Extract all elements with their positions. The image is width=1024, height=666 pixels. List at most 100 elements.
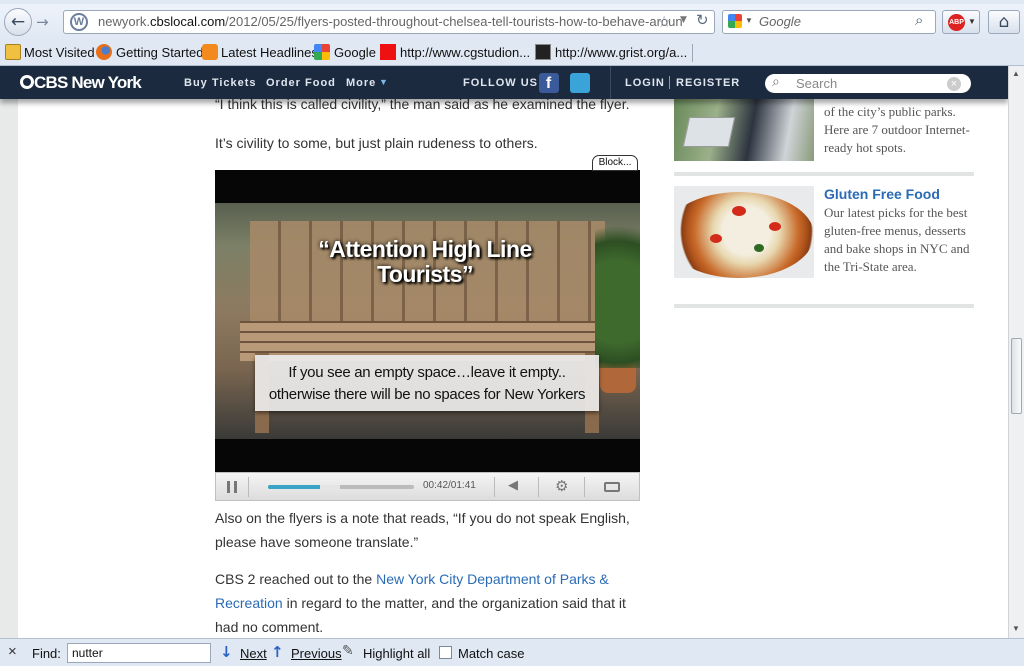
search-bar[interactable]: Google (722, 10, 936, 34)
site-identity-icon[interactable]: W (70, 13, 88, 31)
video-caption-line-1: If you see an empty space…leave it empty… (288, 364, 566, 381)
sidebar-divider-1 (674, 172, 974, 176)
find-next-arrow-icon[interactable]: ↓ (220, 643, 233, 661)
site-search-icon: ⌕ (772, 74, 780, 90)
search-magnifier-icon[interactable]: ⌕ (915, 11, 923, 29)
vertical-scrollbar[interactable]: ▲ ▼ (1008, 66, 1024, 638)
home-icon: ⌂ (998, 12, 1010, 32)
bookmark-most-visited[interactable]: Most Visited (24, 45, 95, 61)
block-plugin-label: Block... (598, 157, 632, 168)
adblock-label: ABP (949, 19, 964, 26)
video-frame: “Attention High Line Tourists” If you se… (215, 203, 640, 439)
plant-foliage (595, 203, 640, 368)
home-button[interactable]: ⌂ (988, 10, 1020, 34)
site-search-placeholder: Search (796, 76, 838, 91)
article-paragraph-3: CBS 2 reached out to the New York City D… (215, 567, 640, 639)
more-dropdown-icon: ▼ (379, 77, 389, 87)
sidebar-item-2-description: Our latest picks for the best gluten-fre… (824, 205, 970, 274)
url-domain: cbslocal.com (150, 14, 226, 29)
pizza-topping-3 (710, 234, 722, 243)
adblock-dropdown-icon: ▼ (968, 17, 976, 26)
facebook-icon[interactable]: f (539, 73, 559, 93)
match-case-label[interactable]: Match case (458, 646, 524, 661)
find-highlight-all-button[interactable]: Highlight all (363, 646, 430, 661)
dropdown-arrow-icon[interactable]: ▼ (680, 15, 687, 25)
find-bar: × Find: nutter ↓ Next ↑ Previous ✎ Highl… (0, 638, 1024, 666)
nav-order-food[interactable]: Order Food (266, 77, 336, 89)
pizza-topping-2 (769, 222, 781, 231)
bookmark-grist[interactable]: http://www.grist.org/a... (555, 45, 687, 61)
find-close-button[interactable]: × (8, 643, 17, 660)
settings-gear-icon[interactable]: ⚙ (555, 477, 568, 495)
firefox-icon (96, 44, 112, 60)
login-link[interactable]: LOGIN (625, 77, 665, 89)
site-logo[interactable]: CBS New York (34, 73, 142, 93)
bookmark-star-icon[interactable]: ☆ (657, 12, 671, 31)
reload-icon[interactable]: ↻ (696, 11, 709, 29)
adblock-icon: ABP (948, 14, 965, 31)
controls-divider-1 (248, 477, 249, 497)
scroll-down-arrow-icon[interactable]: ▼ (1012, 624, 1020, 633)
google-favicon-icon (314, 44, 330, 60)
find-previous-arrow-icon[interactable]: ↑ (271, 643, 284, 661)
controls-divider-4 (584, 477, 585, 497)
sidebar-pizza-image[interactable] (674, 186, 814, 278)
follow-us-label: FOLLOW US (463, 77, 538, 89)
cbs-eye-pupil (23, 78, 31, 86)
bookmark-latest-headlines[interactable]: Latest Headlines (221, 45, 318, 61)
match-case-checkbox[interactable] (439, 646, 452, 659)
engine-dropdown-icon[interactable]: ▼ (745, 16, 753, 25)
forward-button[interactable]: → (36, 13, 49, 31)
volume-icon[interactable]: ◀ (508, 478, 518, 493)
nav-buy-tickets[interactable]: Buy Tickets (184, 77, 257, 89)
pizza-topping-4 (754, 244, 764, 252)
fullscreen-icon[interactable] (604, 482, 620, 492)
pause-icon[interactable] (227, 481, 237, 493)
bookmark-cgstudio[interactable]: http://www.cgstudion... (400, 45, 530, 61)
article-paragraph-2: Also on the flyers is a note that reads,… (215, 510, 630, 550)
find-label: Find: (32, 646, 61, 661)
adblock-button[interactable]: ABP ▼ (942, 10, 980, 34)
google-engine-icon[interactable] (728, 14, 742, 28)
sidebar-divider-2 (674, 304, 974, 308)
back-button[interactable]: ← (4, 8, 32, 36)
header-divider (610, 66, 611, 99)
bookmarks-separator (692, 44, 693, 62)
site-search-input[interactable]: Search (765, 74, 971, 93)
highlight-pen-icon: ✎ (342, 643, 354, 659)
twitter-icon[interactable] (570, 73, 590, 93)
search-bar-placeholder: Google (759, 14, 801, 29)
sidebar-item-2-title[interactable]: Gluten Free Food (824, 186, 940, 202)
find-previous-button[interactable]: Previous (291, 646, 342, 661)
nav-more[interactable]: More (346, 77, 376, 89)
most-visited-icon (5, 44, 21, 60)
video-player[interactable]: “Attention High Line Tourists” If you se… (215, 170, 640, 472)
controls-divider-2 (494, 477, 495, 497)
grist-favicon-icon (535, 44, 551, 60)
bookmark-getting-started[interactable]: Getting Started (116, 45, 203, 61)
find-input[interactable]: nutter (67, 643, 211, 663)
scrollbar-thumb[interactable] (1011, 338, 1022, 414)
sidebar-item-1-description: of the city’s public parks. Here are 7 o… (824, 104, 970, 155)
video-title-overlay: “Attention High Line Tourists” (318, 236, 532, 287)
cbs-eye-logo-icon[interactable] (20, 75, 34, 89)
pizza-crust (674, 192, 814, 278)
register-link[interactable]: REGISTER (676, 77, 740, 89)
paragraph-3-start: CBS 2 reached out to the (215, 571, 377, 587)
address-bar[interactable]: newyork.cbslocal.com/2012/05/25/flyers-p… (63, 10, 715, 34)
login-register-separator (669, 76, 670, 89)
find-input-value: nutter (72, 646, 103, 660)
laptop-shape (682, 117, 736, 147)
url-prefix: newyork. (98, 14, 151, 29)
scroll-up-arrow-icon[interactable]: ▲ (1012, 69, 1020, 78)
block-plugin-button[interactable]: Block... (592, 155, 638, 171)
video-buffer-fill (320, 485, 340, 489)
bookmarks-toolbar: Most Visited Getting Started Latest Head… (0, 40, 1024, 66)
video-caption-box: If you see an empty space…leave it empty… (255, 355, 599, 411)
url-path: /2012/05/25/flyers-posted-throughout-che… (225, 14, 683, 29)
sidebar-wifi-image[interactable] (674, 99, 814, 161)
site-search-clear-icon[interactable]: × (947, 77, 961, 91)
video-time: 00:42/01:41 (423, 480, 476, 491)
find-next-button[interactable]: Next (240, 646, 267, 661)
bookmark-google[interactable]: Google (334, 45, 376, 61)
